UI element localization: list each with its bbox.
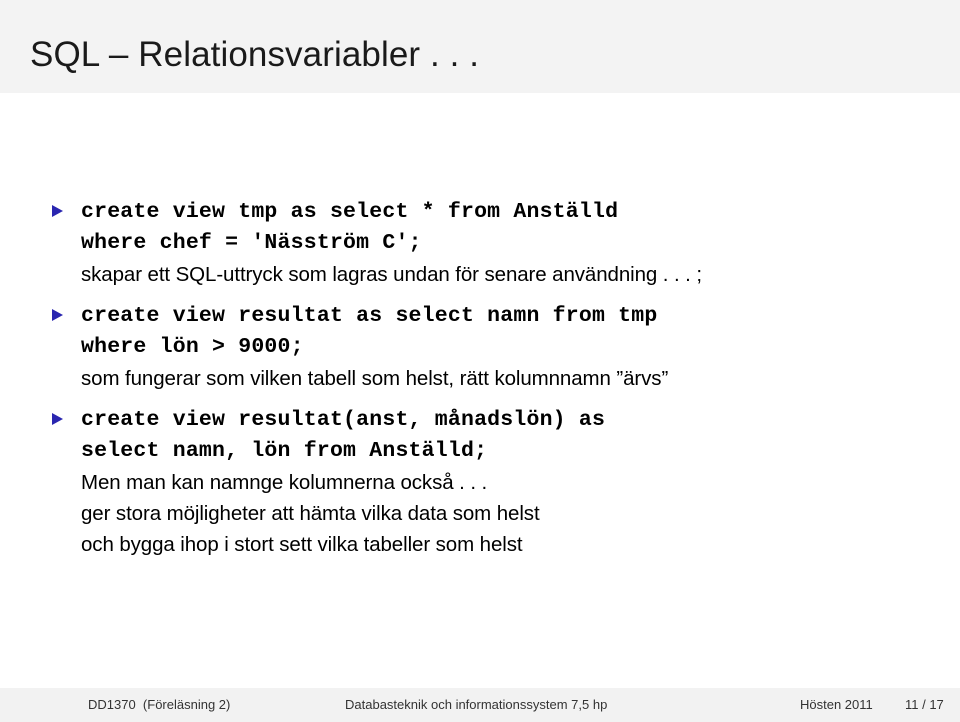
prose-line: som fungerar som vilken tabell som helst… [81, 367, 669, 390]
bullet-lines: create view resultat(anst, månadslön) as… [81, 405, 942, 560]
bullet-item: create view tmp as select * from Anställ… [52, 197, 942, 290]
code-line: create view resultat(anst, månadslön) as [81, 408, 606, 432]
footer-term: Hösten 2011 [800, 697, 873, 712]
slide-body: create view tmp as select * from Anställ… [0, 93, 960, 688]
footer-course-title: Databasteknik och informationssystem 7,5… [345, 697, 608, 712]
page-title: SQL – Relationsvariabler . . . [30, 35, 480, 74]
bullet-lines: create view resultat as select namn from… [81, 301, 942, 394]
prose-line: ger stora möjligheter att hämta vilka da… [81, 502, 540, 525]
slide-footer-band: DD1370 (Föreläsning 2) Databasteknik och… [0, 688, 960, 722]
footer-page-number: 11 / 17 [905, 697, 944, 712]
bullet-item: create view resultat as select namn from… [52, 301, 942, 394]
prose-line: Men man kan namnge kolumnerna också . . … [81, 471, 488, 494]
code-line: create view resultat as select namn from… [81, 304, 658, 328]
code-line: where lön > 9000; [81, 335, 304, 359]
triangle-right-icon [52, 413, 63, 425]
prose-line: och bygga ihop i stort sett vilka tabell… [81, 533, 523, 556]
triangle-right-icon [52, 205, 63, 217]
footer-course-code: DD1370 (Föreläsning 2) [88, 697, 231, 712]
prose-line: skapar ett SQL-uttryck som lagras undan … [81, 263, 702, 286]
bullet-item: create view resultat(anst, månadslön) as… [52, 405, 942, 560]
slide-header-band: SQL – Relationsvariabler . . . [0, 0, 960, 93]
code-line: create view tmp as select * from Anställ… [81, 200, 619, 224]
code-line: select namn, lön from Anställd; [81, 439, 488, 463]
code-line: where chef = 'Näsström C'; [81, 231, 422, 255]
triangle-right-icon [52, 309, 63, 321]
bullet-lines: create view tmp as select * from Anställ… [81, 197, 942, 290]
